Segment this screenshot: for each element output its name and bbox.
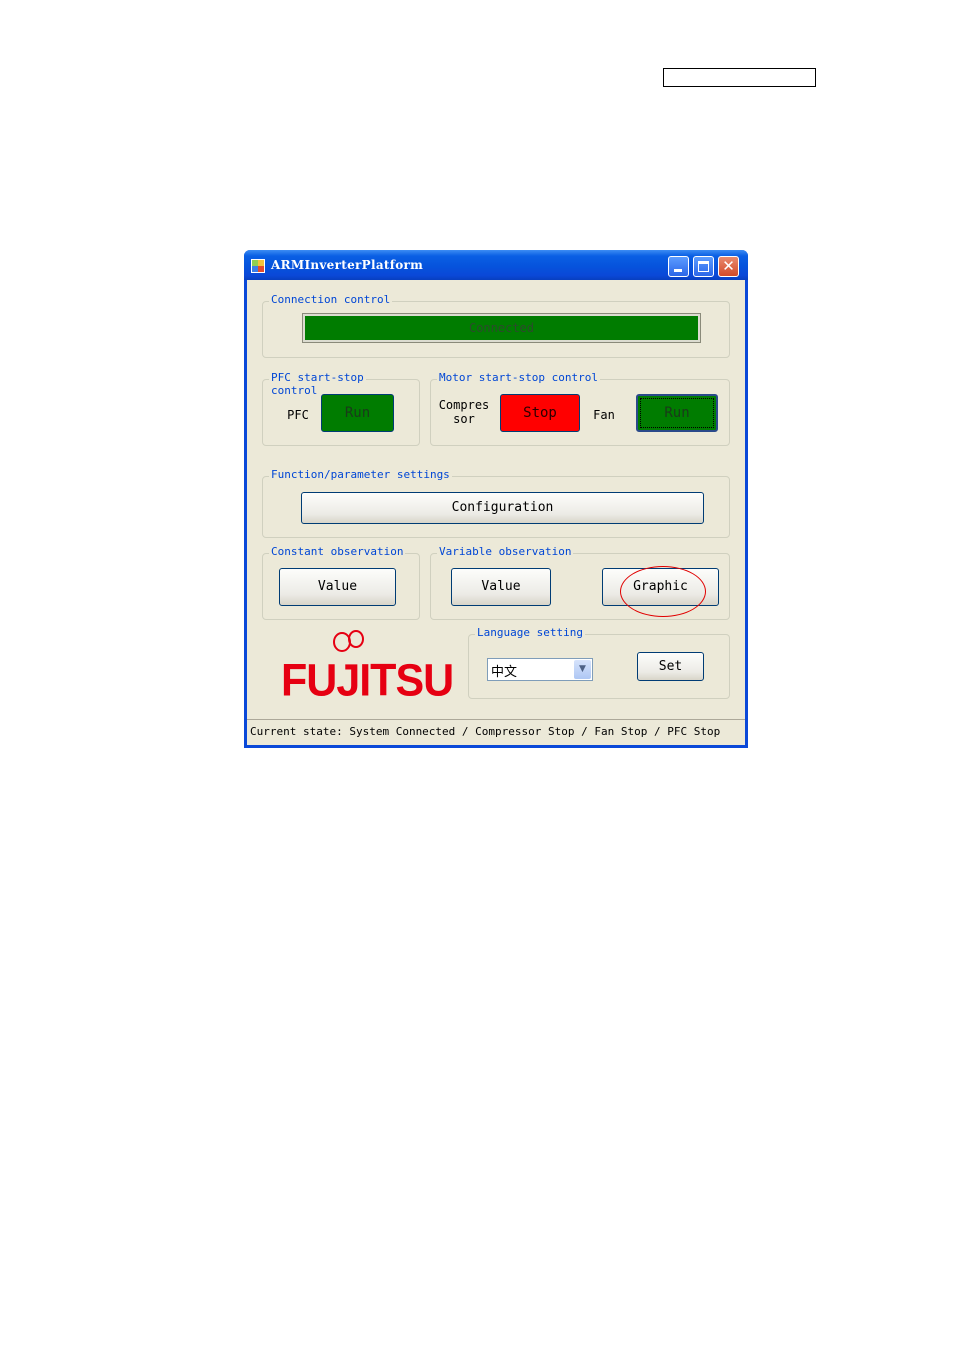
constant-observation-group: Constant observation Value — [262, 545, 420, 620]
pfc-run-button[interactable]: Run — [321, 394, 394, 432]
language-select[interactable]: 中文 ▼ — [487, 658, 593, 681]
maximize-icon — [698, 261, 709, 272]
language-setting-group: Language setting 中文 ▼ Set — [468, 626, 730, 699]
app-window: ARMInverterPlatform ✕ Connection control… — [244, 250, 748, 748]
fan-label: Fan — [593, 408, 615, 422]
connection-control-legend: Connection control — [269, 293, 393, 306]
variable-value-button[interactable]: Value — [451, 568, 551, 606]
function-settings-group: Function/parameter settings Configuratio… — [262, 468, 730, 538]
compressor-label: Compres sor — [438, 398, 490, 426]
title-bar[interactable]: ARMInverterPlatform ✕ — [244, 250, 748, 280]
language-select-value: 中文 — [491, 665, 518, 680]
fan-run-button[interactable]: Run — [636, 394, 718, 432]
connection-control-group: Connection control Connected — [262, 293, 730, 358]
app-icon — [251, 259, 265, 273]
connection-status-bar[interactable]: Connected — [302, 313, 701, 343]
fujitsu-logo: FUJITSU — [281, 655, 454, 707]
maximize-button[interactable] — [693, 256, 714, 277]
close-icon: ✕ — [722, 257, 735, 275]
pfc-label: PFC — [287, 408, 309, 422]
close-button[interactable]: ✕ — [718, 256, 739, 277]
function-settings-legend: Function/parameter settings — [269, 468, 452, 481]
pfc-control-group: PFC start-stop control PFC Run — [262, 371, 420, 446]
motor-control-group: Motor start-stop control Compres sor Sto… — [430, 371, 730, 446]
minimize-icon — [674, 269, 682, 272]
minimize-button[interactable] — [668, 256, 689, 277]
window-title: ARMInverterPlatform — [271, 258, 424, 272]
constant-observation-legend: Constant observation — [269, 545, 406, 558]
language-set-button[interactable]: Set — [637, 652, 704, 681]
variable-observation-legend: Variable observation — [437, 545, 574, 558]
chevron-down-icon[interactable]: ▼ — [574, 660, 591, 679]
motor-control-legend: Motor start-stop control — [437, 371, 600, 384]
language-setting-legend: Language setting — [475, 626, 585, 639]
header-blank-box — [663, 68, 816, 87]
fujitsu-infinity-icon — [333, 630, 364, 652]
status-bar: Current state: System Connected / Compre… — [247, 719, 745, 745]
configuration-button[interactable]: Configuration — [301, 492, 704, 524]
focus-ring — [640, 398, 714, 428]
compressor-stop-button[interactable]: Stop — [500, 394, 580, 432]
annotation-circle — [620, 566, 706, 617]
constant-value-button[interactable]: Value — [279, 568, 396, 606]
